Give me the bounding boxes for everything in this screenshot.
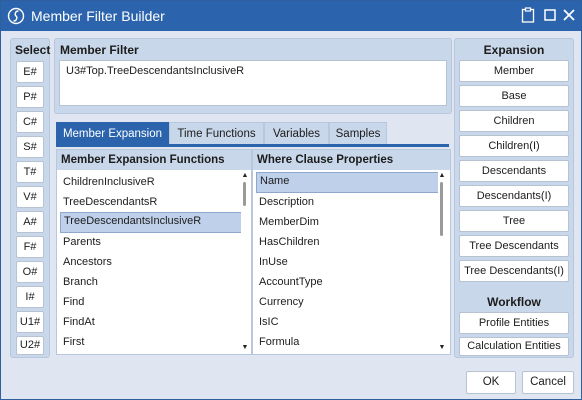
list-item[interactable]: HasChildren (256, 233, 440, 252)
member-filter-title: Member Filter (60, 43, 139, 57)
list-item[interactable]: Currency (256, 293, 440, 312)
scroll-down-icon[interactable]: ▼ (241, 344, 249, 351)
tab-variables[interactable]: Variables (264, 122, 329, 146)
tree-descendants-button[interactable]: Tree Descendants (459, 235, 569, 257)
list-item[interactable]: MemberDim (256, 213, 440, 232)
title-bar: Member Filter Builder (1, 1, 581, 31)
tab-samples[interactable]: Samples (329, 122, 387, 146)
profile-entities-button[interactable]: Profile Entities (459, 312, 569, 334)
ok-button[interactable]: OK (466, 371, 516, 394)
children-button[interactable]: Children (459, 110, 569, 132)
list-item[interactable]: FindAt (60, 313, 244, 332)
scroll-thumb[interactable] (440, 182, 443, 236)
scroll-up-icon[interactable]: ▲ (438, 172, 446, 179)
select-button-f[interactable]: F# (16, 236, 44, 258)
list-item[interactable]: TreeDescendantsR (60, 193, 244, 212)
list-item-selected[interactable]: TreeDescendantsInclusiveR (60, 212, 246, 233)
member-filter-value: U3#Top.TreeDescendantsInclusiveR (66, 65, 245, 77)
list-item[interactable]: InUse (256, 253, 440, 272)
select-button-s[interactable]: S# (16, 136, 44, 158)
app-logo-icon (7, 7, 25, 25)
where-clause-scrollbar[interactable]: ▲ ▼ (438, 170, 446, 353)
scroll-up-icon[interactable]: ▲ (241, 172, 249, 179)
close-icon[interactable] (560, 6, 578, 24)
select-panel-title: Select (15, 43, 51, 57)
expansion-functions-list: Member Expansion Functions ChildrenInclu… (56, 149, 252, 355)
window-title: Member Filter Builder (31, 8, 165, 24)
clipboard-icon[interactable] (519, 6, 537, 24)
select-button-a[interactable]: A# (16, 211, 44, 233)
workflow-panel-title: Workflow (487, 295, 541, 309)
tab-underline (56, 144, 449, 147)
tree-descendants-inclusive-button[interactable]: Tree Descendants(I) (459, 260, 569, 282)
list-item[interactable]: Find (60, 293, 244, 312)
cancel-button[interactable]: Cancel (522, 371, 574, 394)
member-filter-builder-window: Member Filter Builder Select E# P# C# S#… (0, 0, 582, 400)
expansion-functions-header: Member Expansion Functions (57, 150, 251, 170)
list-item[interactable]: Ancestors (60, 253, 244, 272)
expansion-panel-title: Expansion (483, 43, 545, 57)
select-button-c[interactable]: C# (16, 111, 44, 133)
tab-member-expansion[interactable]: Member Expansion (56, 122, 169, 146)
list-item[interactable]: Branch (60, 273, 244, 292)
scroll-thumb[interactable] (243, 182, 246, 206)
select-button-u1[interactable]: U1# (16, 311, 44, 333)
select-button-p[interactable]: P# (16, 86, 44, 108)
select-button-e[interactable]: E# (16, 61, 44, 83)
list-item[interactable]: AccountType (256, 273, 440, 292)
list-item[interactable]: Parents (60, 233, 244, 252)
descendants-button[interactable]: Descendants (459, 160, 569, 182)
member-button[interactable]: Member (459, 60, 569, 82)
list-item[interactable]: IsIC (256, 313, 440, 332)
select-button-v[interactable]: V# (16, 186, 44, 208)
list-item[interactable]: First (60, 333, 244, 352)
select-button-o[interactable]: O# (16, 261, 44, 283)
base-button[interactable]: Base (459, 85, 569, 107)
scroll-down-icon[interactable]: ▼ (438, 344, 446, 351)
maximize-icon[interactable] (541, 6, 559, 24)
list-item[interactable]: Formula (256, 333, 440, 352)
select-button-u2[interactable]: U2# (16, 336, 44, 355)
select-button-i[interactable]: I# (16, 286, 44, 308)
member-filter-input[interactable]: U3#Top.TreeDescendantsInclusiveR (59, 60, 447, 106)
descendants-inclusive-button[interactable]: Descendants(I) (459, 185, 569, 207)
list-item[interactable]: ChildrenInclusiveR (60, 173, 244, 192)
where-clause-header: Where Clause Properties (253, 150, 450, 170)
select-button-t[interactable]: T# (16, 161, 44, 183)
tree-button[interactable]: Tree (459, 210, 569, 232)
where-clause-list: Where Clause Properties Name Description… (252, 149, 451, 355)
tab-time-functions[interactable]: Time Functions (169, 122, 264, 146)
expansion-functions-scrollbar[interactable]: ▲ ▼ (241, 170, 249, 353)
list-item-selected[interactable]: Name (256, 172, 442, 193)
list-item[interactable]: Description (256, 193, 440, 212)
children-inclusive-button[interactable]: Children(I) (459, 135, 569, 157)
calculation-entities-button[interactable]: Calculation Entities (459, 337, 569, 356)
